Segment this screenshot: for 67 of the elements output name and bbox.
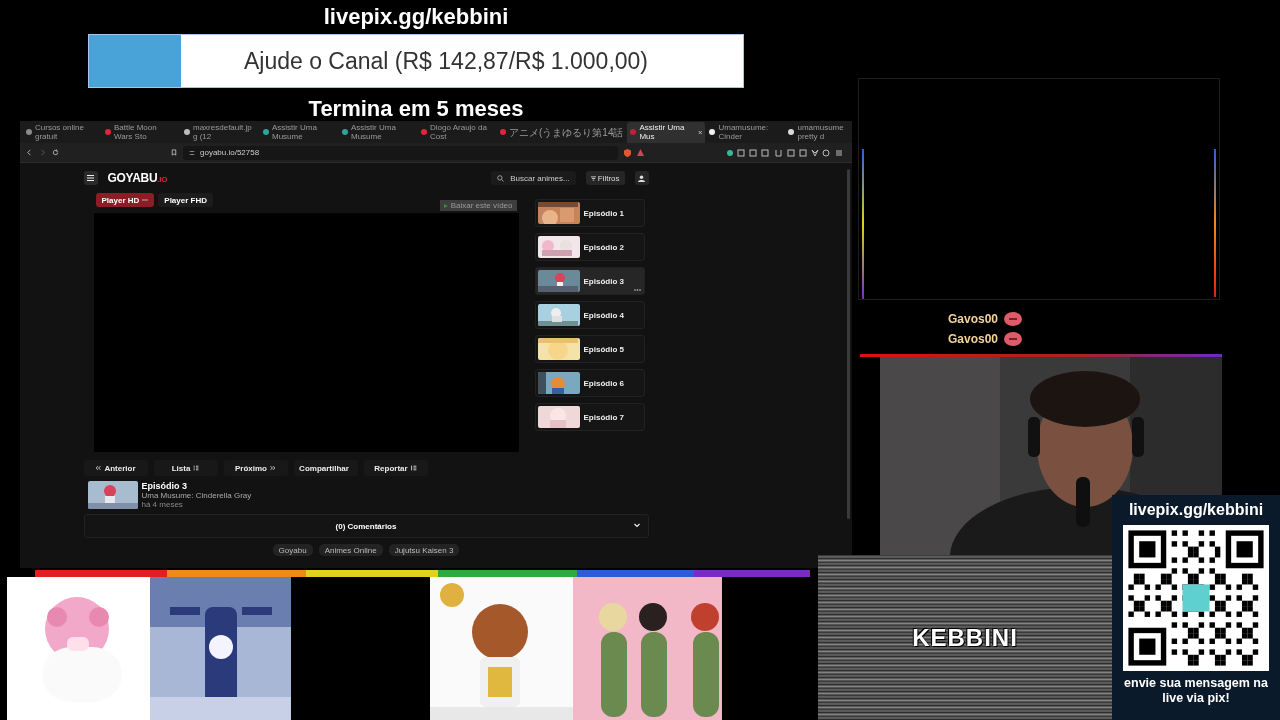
blob-emoji-icon xyxy=(1004,332,1023,346)
tag-chip[interactable]: Goyabu xyxy=(272,544,313,556)
browser-tab[interactable]: Diogo Araujo da Cost xyxy=(418,121,496,143)
browser-tab[interactable]: maxresdefault.jpg (12 xyxy=(181,121,259,143)
episode-item[interactable]: Episódio 2 xyxy=(534,233,645,261)
pix-message: envie sua mensagem na live via pix! xyxy=(1123,676,1269,706)
double-chevron-left-icon xyxy=(95,465,102,471)
address-bar[interactable]: goyabu.io/52758 xyxy=(183,145,618,160)
nav-button[interactable]: Reportar xyxy=(363,460,428,476)
user-button[interactable] xyxy=(634,171,649,185)
channel-name: KEBBINI xyxy=(912,623,1018,652)
browser-tab[interactable]: Cursos online gratuit xyxy=(23,121,101,143)
goal-text: Ajude o Canal (R$ 142,87/R$ 1.000,00) xyxy=(242,47,649,75)
goal-deadline: Termina em 5 meses xyxy=(308,96,524,122)
url-text: goyabu.io/52758 xyxy=(200,148,260,157)
episode-item[interactable]: Episódio 5 xyxy=(534,335,645,363)
shield-icon[interactable] xyxy=(624,148,631,157)
blob-emoji-icon xyxy=(1004,312,1023,326)
menu-button[interactable] xyxy=(83,171,98,185)
browser-tab[interactable]: Umamusume: Cinder xyxy=(706,121,785,143)
episode-title: Episódio 3 xyxy=(141,481,188,491)
episode-item[interactable]: Episódio 3 xyxy=(534,267,645,295)
nav-button[interactable]: Próximo xyxy=(223,460,288,476)
reload-icon[interactable] xyxy=(52,149,59,156)
browser-tab[interactable]: アニメ(うまゆるり第14話 xyxy=(497,121,627,143)
report-icon xyxy=(410,465,417,471)
filters-button[interactable]: Filtros xyxy=(585,171,625,185)
nav-button[interactable]: Anterior xyxy=(83,460,148,476)
episode-item[interactable]: Episódio 7 xyxy=(534,403,645,431)
tag-chip[interactable]: Jujutsu Kaisen 3 xyxy=(388,544,460,556)
search-icon xyxy=(497,174,505,182)
play-icon xyxy=(443,203,448,208)
browser-tab[interactable]: Assistir Uma Mus xyxy=(627,121,706,143)
filter-icon xyxy=(590,175,596,181)
double-chevron-right-icon xyxy=(270,465,276,471)
download-button[interactable]: Baixar este vídeo xyxy=(439,200,517,211)
livepix-url: livepix.gg/kebbini xyxy=(1128,501,1264,519)
episode-item[interactable]: Episódio 1 xyxy=(534,199,645,227)
list-icon xyxy=(193,465,200,471)
release-age: há 4 meses xyxy=(141,500,184,509)
browser-tab[interactable]: Battle Moon Wars Sto xyxy=(102,121,180,143)
site-settings-icon xyxy=(189,149,195,156)
livepix-url: livepix.gg/kebbini xyxy=(323,4,509,31)
chat-username: Gavos00 xyxy=(948,332,999,346)
user-icon xyxy=(638,174,645,182)
nav-button[interactable]: Lista xyxy=(153,460,218,476)
browser-tab[interactable]: Assistir Uma Musume xyxy=(339,121,417,143)
tag-chip[interactable]: Animes Online xyxy=(318,544,383,556)
site-logo[interactable]: GOYABU.IO xyxy=(107,171,168,185)
back-icon[interactable] xyxy=(26,149,33,156)
search-field[interactable]: Buscar animes... xyxy=(491,171,576,185)
bookmark-icon[interactable] xyxy=(171,149,177,156)
menu-icon xyxy=(87,175,94,181)
triangle-icon[interactable] xyxy=(637,149,644,156)
episode-item[interactable]: Episódio 6 xyxy=(534,369,645,397)
anime-title: Uma Musume: Cinderella Gray xyxy=(141,491,252,500)
player-tab[interactable]: Player HD xyxy=(95,193,155,207)
browser-tab[interactable]: Assistir Uma Musume xyxy=(260,121,338,143)
chat-username: Gavos00 xyxy=(948,312,999,326)
close-icon[interactable] xyxy=(698,129,703,135)
chevron-down-icon xyxy=(633,523,640,528)
browser-tab[interactable]: umamusume pretty d xyxy=(785,121,864,143)
player-tab[interactable]: Player FHD xyxy=(158,193,213,207)
episode-item[interactable]: Episódio 4 xyxy=(534,301,645,329)
scrollbar[interactable] xyxy=(847,169,850,519)
nav-button[interactable]: Compartilhar xyxy=(293,460,358,476)
comments-toggle[interactable]: (0) Comentários xyxy=(83,514,649,538)
